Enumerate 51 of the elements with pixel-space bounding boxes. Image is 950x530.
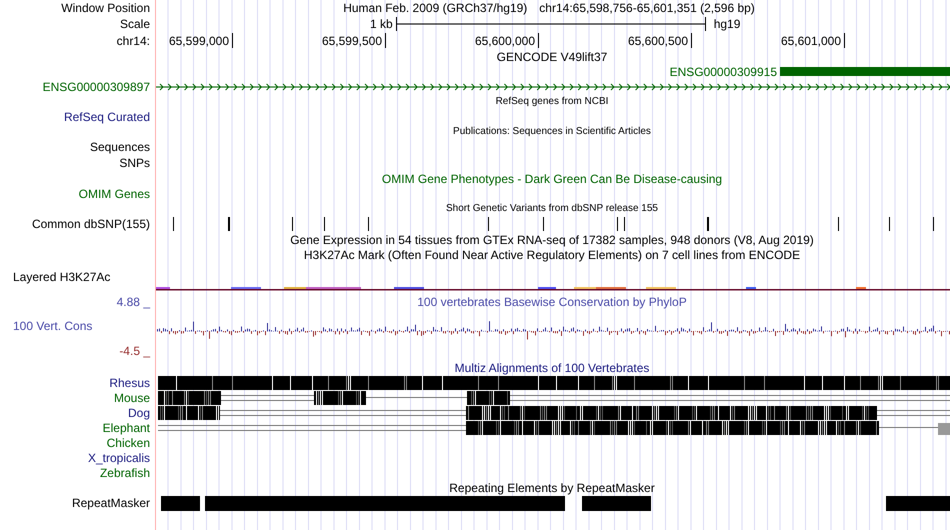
track-label[interactable]: ENSG00000309897 — [42, 81, 150, 93]
track-label[interactable]: X_tropicalis — [88, 452, 150, 464]
track-label[interactable]: Window Position — [61, 2, 150, 14]
track-title: 100 vertebrates Basewise Conservation by PhyloP — [417, 296, 687, 308]
repeat-block[interactable] — [161, 496, 200, 510]
scale-length: 1 kb — [370, 18, 393, 30]
track-title: Publications: Sequences in Scientific Articles — [453, 127, 651, 137]
tick-mark — [538, 33, 539, 48]
track-title: Repeating Elements by RepeatMasker — [449, 482, 655, 494]
repeat-block[interactable] — [205, 496, 565, 510]
track-label[interactable]: Mouse — [114, 392, 150, 404]
track-title: Gene Expression in 54 tissues from GTEx RNA-seq of 17382 samples, 948 donors (V8, Aug 2019) — [290, 234, 814, 246]
track-title: Short Genetic Variants from dbSNP release 155 — [446, 204, 658, 214]
track-title: RefSeq genes from NCBI — [496, 97, 608, 107]
repeat-block[interactable] — [582, 496, 651, 510]
track-title: Multiz Alignments of 100 Vertebrates — [454, 362, 650, 374]
track-label[interactable]: Zebrafish — [100, 466, 150, 478]
track-label[interactable]: Elephant — [102, 422, 150, 434]
track-label[interactable]: SNPs — [119, 157, 150, 169]
assembly-title: Human Feb. 2009 (GRCh37/hg19) — [343, 2, 528, 14]
ruler-label: 65,599,000 — [168, 34, 229, 46]
tick-mark — [691, 33, 692, 48]
track-label[interactable]: Layered H3K27Ac — [13, 271, 110, 283]
track-label[interactable]: OMIM Genes — [78, 188, 150, 200]
repeat-block[interactable] — [886, 496, 950, 510]
track-label[interactable]: -4.5 _ — [119, 344, 150, 356]
position-title: chr14:65,598,756-65,601,351 (2,596 bp) — [539, 2, 755, 14]
track-label[interactable]: RefSeq Curated — [64, 111, 150, 123]
ruler-label: 65,601,000 — [780, 34, 841, 46]
ruler-label: 65,600,500 — [628, 34, 688, 46]
gene-name[interactable]: ENSG00000309915 — [670, 66, 777, 78]
track-label[interactable]: Chicken — [106, 436, 150, 448]
tick-mark — [385, 33, 386, 48]
scale-bar-icon — [396, 16, 706, 30]
track-title: H3K27Ac Mark (Often Found Near Active Regulatory Elements) on 7 cell lines from ENCODE — [304, 248, 800, 260]
track-title: GENCODE V49lift37 — [496, 50, 608, 62]
ruler-label: 65,599,500 — [322, 34, 382, 46]
tick-mark — [232, 33, 233, 48]
track-label[interactable]: Rhesus — [109, 376, 150, 388]
track-label[interactable]: 4.88 _ — [116, 296, 150, 308]
track-title: OMIM Gene Phenotypes - Dark Green Can Be Disease-causing — [382, 172, 722, 184]
track-label[interactable]: Scale — [120, 18, 150, 30]
track-label[interactable]: RepeatMasker — [72, 497, 150, 509]
track-label[interactable]: 100 Vert. Cons — [13, 320, 92, 332]
track-label[interactable]: chr14: — [116, 34, 150, 46]
tick-mark — [844, 33, 845, 48]
scale-assembly: hg19 — [714, 18, 740, 30]
track-label[interactable]: Common dbSNP(155) — [32, 218, 150, 230]
track-label[interactable]: Sequences — [90, 141, 150, 153]
ruler-label: 65,600,000 — [474, 34, 535, 46]
track-label[interactable]: Dog — [128, 406, 150, 418]
